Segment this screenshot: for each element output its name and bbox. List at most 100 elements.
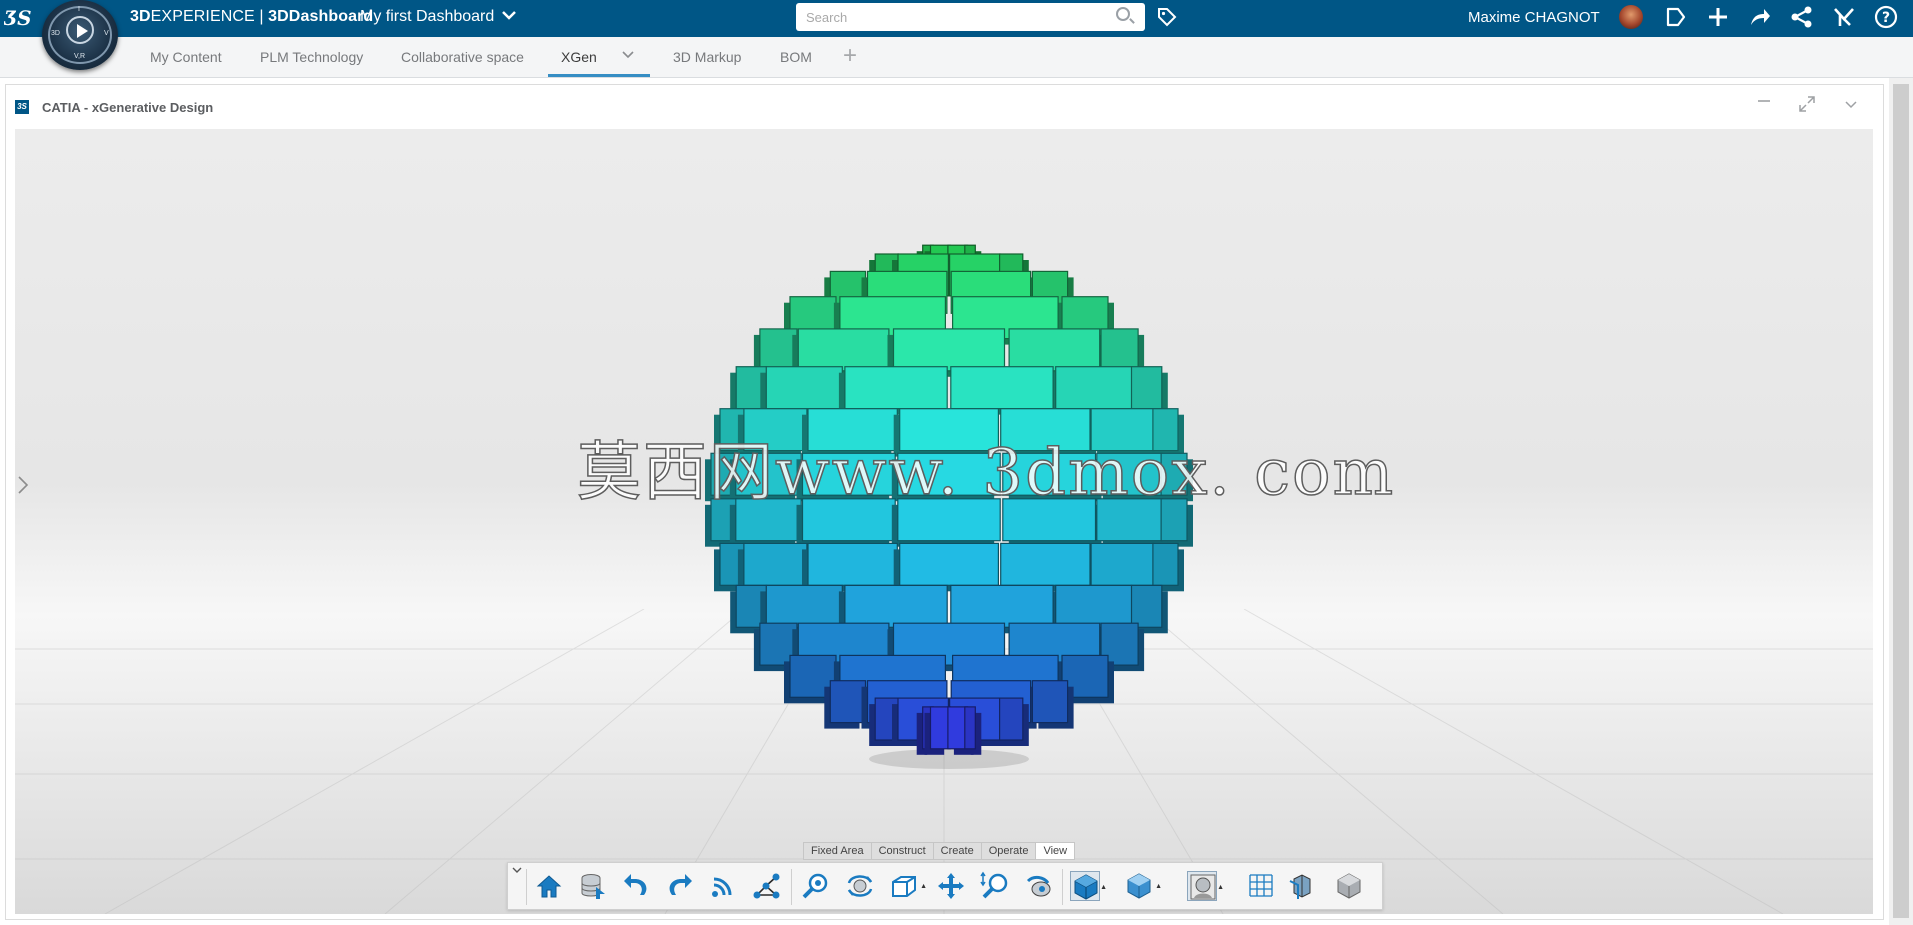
maximize-icon[interactable] <box>1798 95 1816 118</box>
action-tab-create[interactable]: Create <box>932 842 982 860</box>
tab-3d-markup[interactable]: 3D Markup <box>673 49 741 65</box>
widget-title: CATIA - xGenerative Design <box>42 100 214 115</box>
voxel-block-face <box>1008 328 1101 372</box>
avatar[interactable] <box>1619 5 1643 29</box>
action-tab-construct[interactable]: Construct <box>870 842 934 860</box>
add-tab-icon[interactable]: + <box>843 42 857 70</box>
voxel-block-face <box>797 328 890 372</box>
compass-top-label: I <box>78 6 80 13</box>
share-icon[interactable] <box>1747 5 1773 31</box>
tag-icon[interactable] <box>1157 7 1177 27</box>
dropdown-arrow-icon[interactable]: ▲ <box>1217 884 1224 891</box>
chevron-down-icon[interactable] <box>502 9 516 23</box>
separator <box>1062 869 1063 905</box>
action-tab-fixed-area[interactable]: Fixed Area <box>803 842 872 860</box>
voxel-block <box>838 366 948 415</box>
action-tab-view[interactable]: View <box>1035 842 1076 860</box>
brand-title: 3DEXPERIENCE | 3DDashboard <box>130 8 373 26</box>
voxel-block <box>1090 542 1161 592</box>
voxel-block-face <box>807 542 898 586</box>
app-widget: 3S CATIA - xGenerative Design 莫西网www. 3d… <box>5 84 1884 920</box>
voxel-block-face <box>1152 542 1179 586</box>
signal-icon[interactable] <box>708 871 738 901</box>
voxel-block-face <box>844 584 948 628</box>
voxel-block-face <box>1055 366 1133 410</box>
voxel-block-face <box>765 584 843 628</box>
solid-cube-icon[interactable] <box>1334 871 1364 901</box>
compass-right-label: V <box>104 30 109 37</box>
voxel-block-face <box>829 680 867 724</box>
cube-icon[interactable]: ▲ <box>1124 871 1162 901</box>
section-icon[interactable] <box>1288 871 1318 901</box>
box-view-icon[interactable]: ▲ <box>889 871 927 901</box>
voxel-block-face <box>998 697 1024 741</box>
tab-plm-technology[interactable]: PLM Technology <box>260 49 363 65</box>
widget-header: 3S CATIA - xGenerative Design <box>6 85 1883 129</box>
voxel-block <box>802 542 898 592</box>
voxel-block-face <box>964 706 976 750</box>
voxel-block <box>893 542 1000 592</box>
tab-xgen[interactable]: XGen <box>561 49 597 65</box>
app-icon: 3S <box>15 100 29 114</box>
tab-collaborative-space[interactable]: Collaborative space <box>401 49 524 65</box>
voxel-block-face <box>844 366 948 410</box>
action-bar-collapse-icon[interactable] <box>512 865 522 877</box>
separator <box>526 869 527 905</box>
watermark-text: 莫西网www. 3dmox. com <box>576 435 1396 511</box>
fly-icon[interactable] <box>1024 871 1054 901</box>
voxel-block-face <box>892 328 1006 372</box>
action-bar-tabs: Fixed Area Construct Create Operate View <box>803 842 1076 860</box>
voxel-block <box>1000 542 1096 592</box>
voxel-block-face <box>929 706 951 750</box>
voxel-block-face <box>1090 542 1155 586</box>
search-icon[interactable] <box>1116 7 1130 21</box>
voxel-block-face <box>1130 366 1163 410</box>
help-icon[interactable]: ? <box>1873 5 1899 31</box>
dassault-logo[interactable]: ƷS <box>3 6 32 30</box>
voxel-block-face <box>950 366 1054 410</box>
tab-my-content[interactable]: My Content <box>150 49 222 65</box>
voxel-block-face <box>765 366 843 410</box>
voxel-block <box>1055 366 1138 415</box>
database-icon[interactable] <box>578 871 608 901</box>
svg-text:ƷS: ƷS <box>4 6 32 30</box>
undo-icon[interactable] <box>622 871 652 901</box>
voxel-block-face <box>950 584 1054 628</box>
play-icon[interactable] <box>66 16 94 44</box>
compass-widget[interactable]: I 3D V V,R <box>42 0 118 70</box>
home-icon[interactable] <box>534 871 564 901</box>
search-input[interactable] <box>796 3 1145 31</box>
action-tab-operate[interactable]: Operate <box>980 842 1037 860</box>
voxel-block-face <box>1055 584 1133 628</box>
sphere-shadow <box>869 749 1029 769</box>
minimize-icon[interactable] <box>1756 93 1772 114</box>
rotate-icon[interactable] <box>845 871 875 901</box>
shaded-view-icon[interactable]: ▲ <box>1070 871 1107 901</box>
network-icon[interactable] <box>752 871 782 901</box>
grid-icon[interactable] <box>1246 871 1276 901</box>
social-icon[interactable] <box>1789 5 1815 31</box>
voxel-block <box>1031 680 1074 729</box>
add-icon[interactable] <box>1705 5 1731 31</box>
voxel-sphere-model[interactable] <box>15 129 1873 914</box>
apps-icon[interactable] <box>1831 5 1857 31</box>
zoom-icon[interactable] <box>980 871 1010 901</box>
scrollbar-thumb[interactable] <box>1893 84 1909 918</box>
widget-menu-chevron-icon[interactable] <box>1844 95 1858 116</box>
3d-viewport[interactable]: 莫西网www. 3dmox. com <box>15 129 1873 914</box>
dropdown-arrow-icon[interactable]: ▲ <box>920 883 927 890</box>
dashboard-title[interactable]: My first Dashboard <box>360 8 494 26</box>
tab-bom[interactable]: BOM <box>780 49 812 65</box>
user-name[interactable]: Maxime CHAGNOT <box>1468 9 1600 26</box>
chat-icon[interactable] <box>1663 5 1689 31</box>
dropdown-arrow-icon[interactable]: ▲ <box>1100 884 1107 891</box>
redo-icon[interactable] <box>664 871 694 901</box>
dropdown-arrow-icon[interactable]: ▲ <box>1155 883 1162 890</box>
tab-menu-chevron-icon[interactable] <box>622 48 634 62</box>
brand-dashboard: 3DDashboard <box>268 8 374 25</box>
render-icon[interactable]: ▲ <box>1187 871 1224 901</box>
separator <box>791 869 792 905</box>
pan-icon[interactable] <box>936 871 966 901</box>
zoom-search-icon[interactable] <box>801 871 831 901</box>
voxel-block <box>998 697 1029 746</box>
